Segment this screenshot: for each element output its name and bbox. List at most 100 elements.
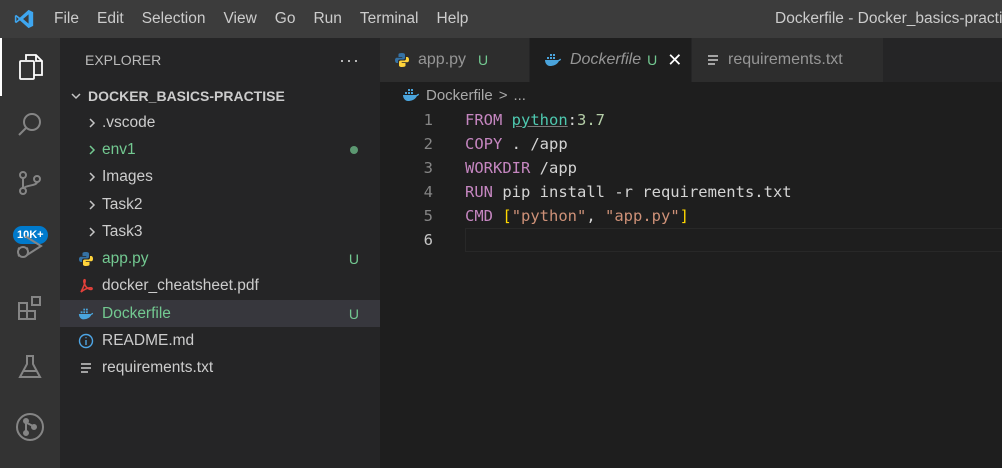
breadcrumb-separator: >	[498, 86, 508, 104]
info-icon	[78, 333, 94, 349]
code-line: 2 COPY . /app	[380, 132, 1002, 156]
git-graph-icon[interactable]	[0, 398, 60, 456]
explorer-icon[interactable]	[0, 38, 60, 96]
source-control-icon[interactable]	[0, 154, 60, 212]
code-line: 4 RUN pip install -r requirements.txt	[380, 180, 1002, 204]
docker-icon	[402, 88, 420, 102]
explorer-header: EXPLORER ···	[60, 38, 380, 82]
code-text: CMD ["python", "app.py"]	[465, 204, 689, 228]
line-number: 5	[423, 207, 433, 225]
keyword: RUN	[465, 183, 493, 201]
code-line: 3 WORKDIR /app	[380, 156, 1002, 180]
docker-icon	[78, 307, 94, 321]
menu-go[interactable]: Go	[266, 0, 305, 38]
testing-icon[interactable]	[0, 338, 60, 396]
untracked-badge: U	[348, 305, 359, 322]
tree-file-docker-cheatsheet[interactable]: docker_cheatsheet.pdf	[60, 273, 380, 300]
tree-folder-vscode[interactable]: .vscode	[60, 109, 380, 136]
tree-item-label: requirements.txt	[102, 359, 214, 377]
menu-edit[interactable]: Edit	[88, 0, 133, 38]
tree-item-label: env1	[102, 140, 136, 158]
tree-file-dockerfile[interactable]: Dockerfile U	[60, 300, 380, 328]
breadcrumb-file[interactable]: Dockerfile	[426, 87, 493, 104]
untracked-badge: U	[348, 251, 359, 268]
tree-folder-task2[interactable]: Task2	[60, 191, 380, 218]
tab-dockerfile[interactable]: Dockerfile U ✕	[530, 38, 692, 82]
menu-terminal[interactable]: Terminal	[351, 0, 428, 38]
tree-folder-env1[interactable]: env1	[60, 136, 380, 163]
line-number: 1	[423, 111, 433, 129]
more-actions-icon[interactable]: ···	[339, 50, 360, 71]
extensions-icon[interactable]	[0, 279, 60, 337]
tab-requirements[interactable]: requirements.txt	[692, 38, 884, 82]
string: "python"	[511, 207, 587, 225]
tree-item-label: .vscode	[102, 113, 156, 131]
text-file-icon	[78, 361, 94, 375]
explorer-sidebar: EXPLORER ··· DOCKER_BASICS-PRACTISE .vsc…	[60, 38, 380, 468]
chevron-right-icon	[84, 171, 100, 183]
untracked-badge: U	[478, 52, 489, 68]
line-number: 2	[423, 135, 433, 153]
close-icon[interactable]: ✕	[667, 50, 682, 71]
pdf-icon	[78, 278, 94, 294]
activity-bar: 10K+	[0, 38, 60, 468]
menu-help[interactable]: Help	[428, 0, 478, 38]
tree-file-requirements[interactable]: requirements.txt	[60, 355, 380, 382]
line-number: 3	[423, 159, 433, 177]
menu-bar: File Edit Selection View Go Run Terminal…	[48, 0, 477, 38]
code-line: 1 FROM python:3.7	[380, 108, 1002, 132]
docker-icon	[544, 53, 562, 67]
keyword: FROM	[465, 111, 503, 129]
text-file-icon	[706, 53, 720, 67]
untracked-badge: U	[647, 52, 658, 68]
tree-item-label: docker_cheatsheet.pdf	[102, 277, 259, 295]
tab-app-py[interactable]: app.py U	[380, 38, 530, 82]
chevron-right-icon	[84, 117, 100, 129]
tree-folder-task3[interactable]: Task3	[60, 218, 380, 245]
vscode-logo-icon	[0, 0, 48, 38]
chevron-right-icon	[84, 199, 100, 211]
chevron-down-icon	[66, 90, 86, 102]
colon: :	[567, 111, 578, 129]
chevron-right-icon	[84, 144, 100, 156]
image-name-link[interactable]: python	[512, 111, 568, 129]
run-debug-icon[interactable]	[0, 217, 60, 275]
workspace-folder-header[interactable]: DOCKER_BASICS-PRACTISE	[60, 82, 380, 109]
tree-file-app-py[interactable]: app.py U	[60, 245, 380, 272]
comma: ,	[586, 207, 606, 225]
menu-selection[interactable]: Selection	[133, 0, 215, 38]
code-text: COPY . /app	[465, 132, 568, 156]
search-icon[interactable]	[0, 96, 60, 154]
menu-file[interactable]: File	[48, 0, 88, 38]
line-number: 4	[423, 183, 433, 201]
code-text: RUN pip install -r requirements.txt	[465, 180, 792, 204]
instruction-args: /app	[530, 159, 577, 177]
title-bar: File Edit Selection View Go Run Terminal…	[0, 0, 1002, 38]
tab-label: requirements.txt	[728, 51, 843, 68]
window-title: Dockerfile - Docker_basics-practise	[775, 10, 1002, 27]
bracket: ]	[679, 207, 690, 225]
explorer-title: EXPLORER	[85, 52, 162, 68]
menu-view[interactable]: View	[214, 0, 265, 38]
breadcrumb-symbols[interactable]: ...	[513, 87, 526, 104]
tree-file-readme[interactable]: README.md	[60, 327, 380, 354]
keyword: COPY	[465, 135, 503, 153]
bracket: [	[502, 207, 512, 225]
code-line-current: 6	[380, 228, 1002, 252]
tree-folder-images[interactable]: Images	[60, 164, 380, 191]
menu-run[interactable]: Run	[304, 0, 350, 38]
tree-item-label: Task2	[102, 195, 143, 213]
code-editor[interactable]: 1 FROM python:3.7 2 COPY . /app 3 WORKDI…	[380, 108, 1002, 468]
code-text: WORKDIR /app	[465, 156, 577, 180]
string: "app.py"	[605, 207, 680, 225]
keyword: WORKDIR	[465, 159, 531, 177]
instruction-args: pip install -r requirements.txt	[493, 183, 792, 201]
breadcrumb: Dockerfile > ...	[380, 82, 1002, 108]
python-icon	[394, 52, 410, 68]
python-icon	[78, 251, 94, 267]
tree-item-label: Task3	[102, 222, 143, 240]
tab-label: app.py	[418, 51, 467, 68]
line-number: 6	[423, 231, 433, 249]
current-line-highlight	[465, 228, 1002, 252]
tab-label: Dockerfile	[570, 51, 642, 68]
